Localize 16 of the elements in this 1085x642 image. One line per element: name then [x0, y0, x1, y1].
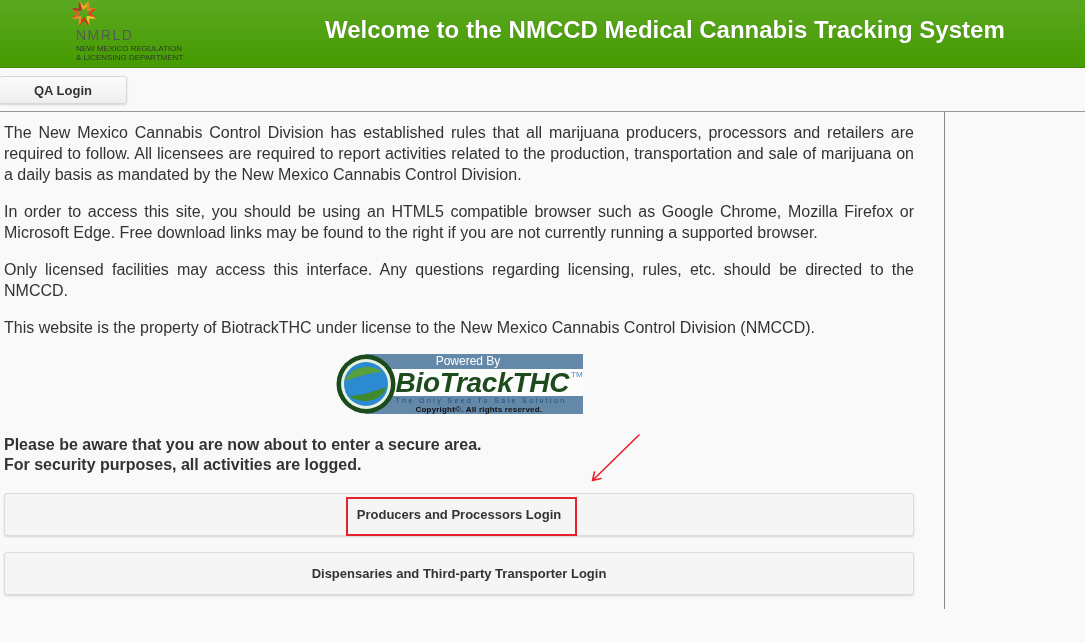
globe-icon — [335, 354, 396, 414]
security-notice: For security purposes, all activities are logged. — [4, 455, 363, 475]
info-paragraph: The New Mexico Cannabis Control Division has established rules that all marijuana producers, processors and retailers are required to follow. All licensees are required to report activities related to the production, transportation and sale of marijuana on a daily basis as mandated by the New Mexico Cannabis Control Division. — [4, 123, 914, 185]
brand-name: BioTrackTHC — [395, 369, 570, 396]
copyright-text: Copyright©. All rights reserved. — [415, 405, 543, 414]
trademark-mark: TM — [571, 370, 583, 379]
banner-caption: Powered By — [435, 355, 501, 368]
security-notice: Please be aware that you are now about to enter a secure area. — [4, 435, 483, 455]
login-button[interactable]: QA Login — [0, 76, 127, 104]
page-title: Welcome to the NMCCD Medical Cannabis Tracking System — [325, 15, 1005, 45]
department-name: NEW MEXICO REGULATION & LICENSING DEPARTMENT — [76, 44, 185, 62]
info-paragraph: This website is the property of BiotrackTHC under license to the New Mexico Cannabis Control Division (NMCCD). — [4, 318, 816, 338]
login-button[interactable]: Dispensaries and Third-party Transporter Login — [4, 552, 914, 595]
info-paragraph: In order to access this site, you should be using an HTML5 compatible browser such as Google Chrome, Mozilla Firefox or Microsoft Edge. Free download links may be found to the right if you are not currently running a supported browser. — [4, 202, 914, 243]
logo-wordmark: NMRLD — [76, 29, 134, 41]
info-paragraph: Only licensed facilities may access this interface. Any questions regarding licensing, rules, etc. should be directed to the NMCCD. — [4, 260, 914, 301]
